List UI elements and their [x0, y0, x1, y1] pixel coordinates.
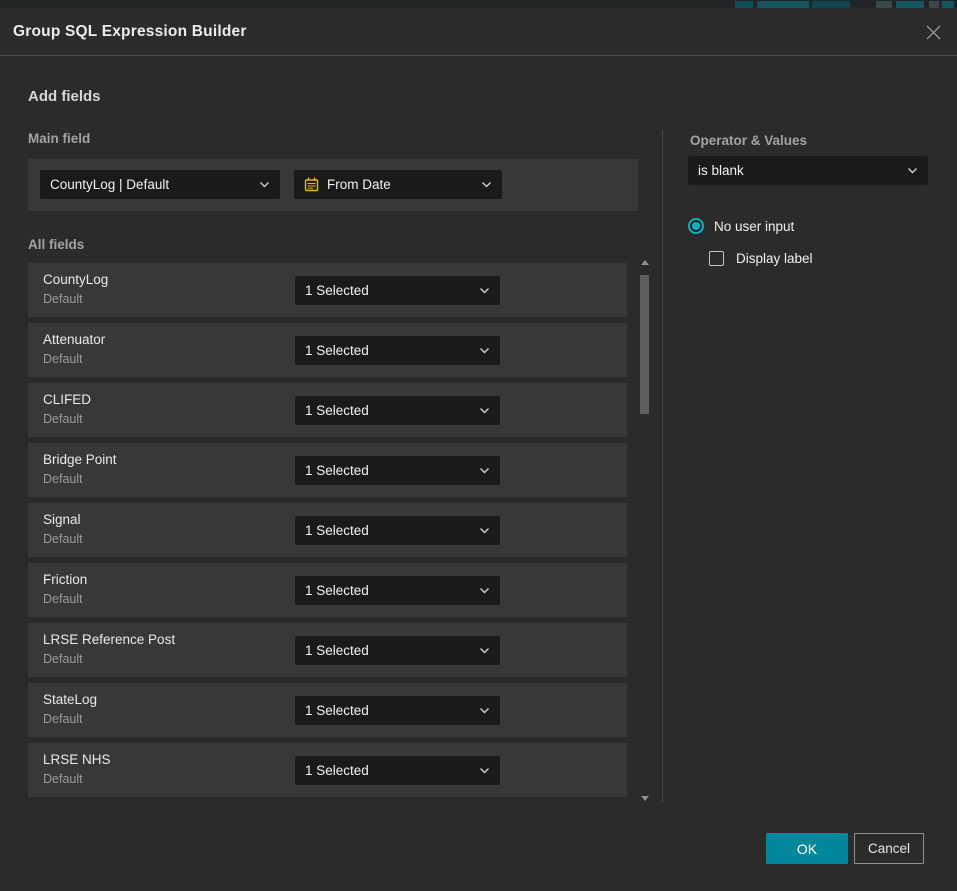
cancel-button[interactable]: Cancel — [854, 833, 924, 864]
chevron-down-icon — [481, 181, 492, 188]
no-user-input-label: No user input — [714, 219, 794, 234]
calendar-icon — [304, 177, 319, 192]
group-sql-expression-builder-dialog: Group SQL Expression Builder Add fields … — [0, 8, 957, 891]
field-row: LRSE NHS Default 1 Selected — [28, 743, 627, 797]
field-name: Attenuator — [43, 332, 105, 347]
scroll-down-icon[interactable] — [641, 796, 649, 801]
field-row: CLIFED Default 1 Selected — [28, 383, 627, 437]
background-app-fragment — [929, 1, 939, 8]
close-button[interactable] — [923, 22, 943, 42]
main-field-label: Main field — [28, 131, 90, 146]
no-user-input-radio[interactable]: No user input — [688, 218, 794, 234]
background-app-fragment — [896, 1, 924, 8]
background-app-strip — [0, 0, 957, 8]
field-row: StateLog Default 1 Selected — [28, 683, 627, 737]
chevron-down-icon — [479, 767, 490, 774]
field-selection-dropdown[interactable]: 1 Selected — [295, 636, 500, 665]
field-selection-dropdown[interactable]: 1 Selected — [295, 336, 500, 365]
chevron-down-icon — [479, 467, 490, 474]
field-name: LRSE NHS — [43, 752, 111, 767]
field-name: Friction — [43, 572, 87, 587]
field-selection-dropdown[interactable]: 1 Selected — [295, 576, 500, 605]
field-subtitle: Default — [43, 772, 83, 786]
field-selection-value: 1 Selected — [305, 583, 369, 598]
chevron-down-icon — [259, 181, 270, 188]
field-selection-dropdown[interactable]: 1 Selected — [295, 456, 500, 485]
radio-selected-icon — [688, 218, 704, 234]
background-app-fragment — [735, 1, 753, 8]
dialog-title: Group SQL Expression Builder — [13, 23, 247, 41]
field-subtitle: Default — [43, 712, 83, 726]
field-selection-value: 1 Selected — [305, 643, 369, 658]
field-name: Bridge Point — [43, 452, 117, 467]
field-selection-dropdown[interactable]: 1 Selected — [295, 696, 500, 725]
field-selection-value: 1 Selected — [305, 523, 369, 538]
field-row: Bridge Point Default 1 Selected — [28, 443, 627, 497]
field-selection-value: 1 Selected — [305, 403, 369, 418]
field-subtitle: Default — [43, 352, 83, 366]
field-subtitle: Default — [43, 292, 83, 306]
display-label-text: Display label — [736, 251, 813, 266]
field-subtitle: Default — [43, 592, 83, 606]
dialog-titlebar: Group SQL Expression Builder — [0, 8, 957, 56]
field-selection-dropdown[interactable]: 1 Selected — [295, 756, 500, 785]
main-field-date-dropdown[interactable]: From Date — [294, 170, 502, 199]
field-selection-dropdown[interactable]: 1 Selected — [295, 516, 500, 545]
checkbox-unchecked-icon — [709, 251, 724, 266]
field-selection-value: 1 Selected — [305, 283, 369, 298]
background-app-fragment — [876, 1, 892, 8]
chevron-down-icon — [907, 167, 918, 174]
ok-button[interactable]: OK — [766, 833, 848, 864]
field-selection-dropdown[interactable]: 1 Selected — [295, 396, 500, 425]
scrollbar-thumb[interactable] — [640, 275, 649, 414]
background-app-fragment — [757, 1, 809, 8]
field-name: StateLog — [43, 692, 97, 707]
chevron-down-icon — [479, 587, 490, 594]
field-name: CountyLog — [43, 272, 108, 287]
all-fields-list: CountyLog Default 1 Selected Attenuator … — [28, 263, 627, 803]
main-field-source-value: CountyLog | Default — [50, 177, 169, 192]
field-subtitle: Default — [43, 652, 83, 666]
panel-divider — [662, 130, 663, 802]
all-fields-label: All fields — [28, 237, 84, 252]
background-app-fragment — [942, 1, 954, 8]
main-field-source-dropdown[interactable]: CountyLog | Default — [40, 170, 280, 199]
field-subtitle: Default — [43, 412, 83, 426]
chevron-down-icon — [479, 407, 490, 414]
chevron-down-icon — [479, 707, 490, 714]
chevron-down-icon — [479, 647, 490, 654]
operator-value: is blank — [698, 163, 744, 178]
field-selection-value: 1 Selected — [305, 343, 369, 358]
field-subtitle: Default — [43, 532, 83, 546]
main-field-date-value: From Date — [327, 177, 391, 192]
field-row: CountyLog Default 1 Selected — [28, 263, 627, 317]
field-row: Signal Default 1 Selected — [28, 503, 627, 557]
field-row: Attenuator Default 1 Selected — [28, 323, 627, 377]
field-selection-value: 1 Selected — [305, 763, 369, 778]
field-name: CLIFED — [43, 392, 91, 407]
display-label-checkbox[interactable]: Display label — [709, 251, 813, 266]
operator-values-label: Operator & Values — [690, 133, 807, 148]
main-field-panel: CountyLog | Default From Date — [28, 159, 638, 211]
close-icon — [925, 24, 942, 41]
field-row: LRSE Reference Post Default 1 Selected — [28, 623, 627, 677]
field-selection-value: 1 Selected — [305, 463, 369, 478]
chevron-down-icon — [479, 527, 490, 534]
chevron-down-icon — [479, 347, 490, 354]
background-app-fragment — [812, 1, 850, 8]
operator-dropdown[interactable]: is blank — [688, 156, 928, 185]
field-subtitle: Default — [43, 472, 83, 486]
field-selection-dropdown[interactable]: 1 Selected — [295, 276, 500, 305]
field-row: Friction Default 1 Selected — [28, 563, 627, 617]
add-fields-heading: Add fields — [28, 88, 101, 105]
scroll-up-icon[interactable] — [641, 260, 649, 265]
chevron-down-icon — [479, 287, 490, 294]
field-name: Signal — [43, 512, 81, 527]
field-name: LRSE Reference Post — [43, 632, 175, 647]
field-selection-value: 1 Selected — [305, 703, 369, 718]
